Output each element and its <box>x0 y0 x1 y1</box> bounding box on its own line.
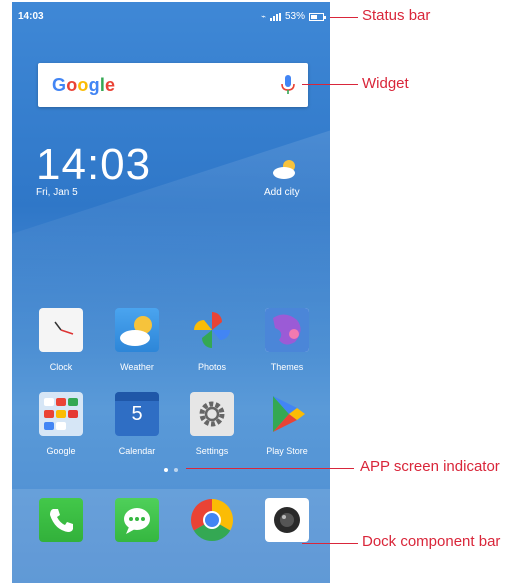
phone-icon <box>39 498 83 542</box>
google-search-widget[interactable]: Google <box>38 63 308 107</box>
app-label: Photos <box>197 362 227 372</box>
dock-app-chrome[interactable] <box>177 498 247 542</box>
google-folder-icon <box>39 392 83 436</box>
app-weather[interactable]: Weather <box>102 308 172 372</box>
app-label: Themes <box>270 362 304 372</box>
battery-icon <box>309 12 326 21</box>
dock-callout: Dock component bar <box>362 533 501 550</box>
messages-icon <box>115 498 159 542</box>
status-icons: ⌁ 53% <box>261 11 326 22</box>
clock-widget-date: Fri, Jan 5 <box>36 187 78 198</box>
wifi-icon: ⌁ <box>261 12 266 21</box>
weather-icon <box>115 308 159 352</box>
signal-icon <box>269 12 281 21</box>
indicator-callout-line <box>186 468 354 469</box>
app-photos[interactable]: Photos <box>177 308 247 372</box>
app-screen-indicator[interactable] <box>164 468 178 472</box>
battery-percent: 53% <box>284 11 305 22</box>
widget-callout-line <box>302 84 358 85</box>
dock-bar <box>12 489 330 583</box>
photos-icon <box>190 308 234 352</box>
themes-icon <box>265 308 309 352</box>
indicator-callout: APP screen indicator <box>360 458 500 475</box>
app-themes[interactable]: Themes <box>252 308 322 372</box>
app-label: Weather <box>120 362 154 372</box>
microphone-icon[interactable] <box>280 74 296 96</box>
clock-widget-time[interactable]: 14:03 <box>36 140 151 190</box>
app-settings[interactable]: Settings <box>177 392 247 456</box>
app-label: Google <box>46 446 76 456</box>
app-calendar[interactable]: 5 Calendar <box>102 392 172 456</box>
phone-screen: 14:03 ⌁ 53% Google 14:03 Fri, Jan 5 Add … <box>12 2 330 583</box>
status-bar: 14:03 ⌁ 53% <box>12 2 330 30</box>
app-label: Calendar <box>118 446 156 456</box>
dock-app-camera[interactable] <box>252 498 322 542</box>
status-bar-callout: Status bar <box>362 7 431 24</box>
add-city-link[interactable]: Add city <box>264 187 300 198</box>
app-label: Settings <box>195 446 229 456</box>
page-dot-active[interactable] <box>164 468 168 472</box>
dock-callout-line <box>302 543 358 544</box>
partly-cloudy-icon[interactable] <box>270 157 300 181</box>
app-play-store[interactable]: Play Store <box>252 392 322 456</box>
app-label: Play Store <box>266 446 308 456</box>
clock-icon <box>39 308 83 352</box>
google-logo: Google <box>52 75 116 95</box>
dock-app-messages[interactable] <box>102 498 172 542</box>
app-google-folder[interactable]: Google <box>26 392 96 456</box>
play-store-icon <box>265 392 309 436</box>
chrome-icon <box>190 498 234 542</box>
calendar-icon: 5 <box>115 392 159 436</box>
status-bar-callout-line <box>330 17 358 18</box>
page-dot[interactable] <box>174 468 178 472</box>
status-time: 14:03 <box>18 11 44 22</box>
app-label: Clock <box>49 362 73 372</box>
camera-icon <box>265 498 309 542</box>
widget-callout: Widget <box>362 75 409 92</box>
settings-icon <box>190 392 234 436</box>
calendar-day: 5 <box>131 403 143 425</box>
dock-app-phone[interactable] <box>26 498 96 542</box>
app-clock[interactable]: Clock <box>26 308 96 372</box>
